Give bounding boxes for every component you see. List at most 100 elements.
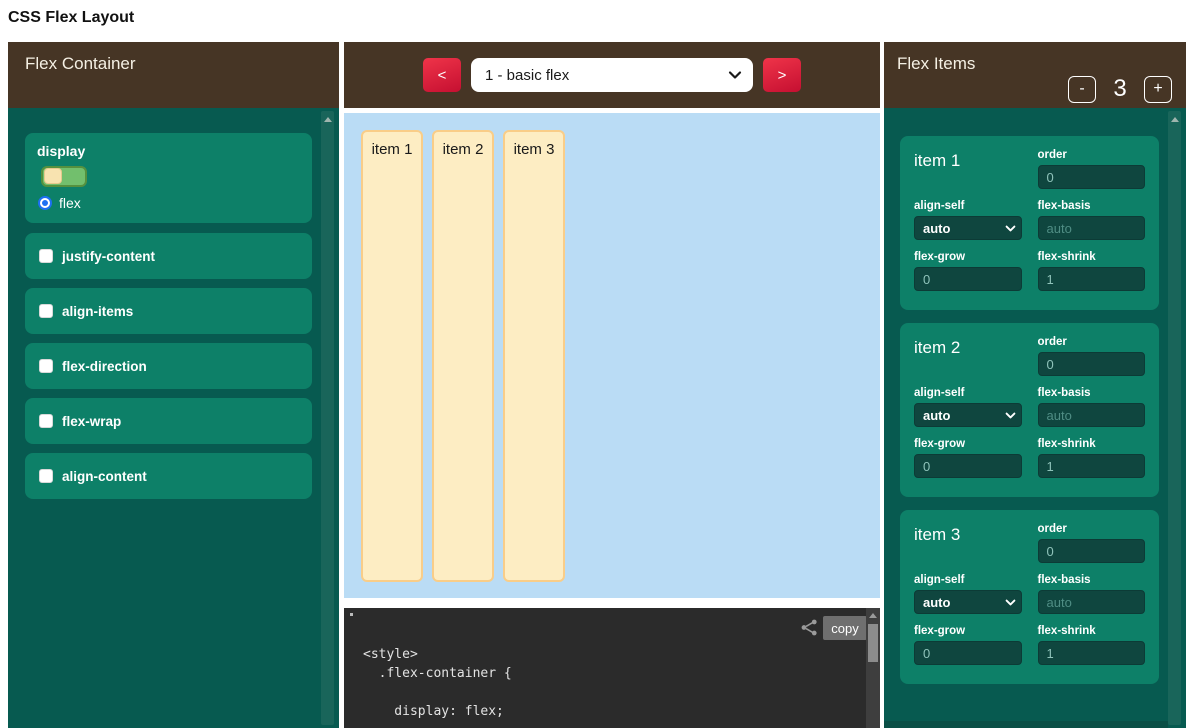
display-flex-radio-row: flex <box>38 195 81 211</box>
flex-wrap-checkbox[interactable] <box>39 414 53 428</box>
order-label: order <box>1038 149 1146 161</box>
item-2-order-field: order <box>1038 336 1146 376</box>
flex-wrap-label: flex-wrap <box>62 414 121 429</box>
item-3-flex-shrink-input[interactable] <box>1038 641 1146 665</box>
code-panel-scrollbar[interactable] <box>866 608 880 728</box>
item-1-flex-grow-input[interactable] <box>914 267 1022 291</box>
property-card-align-items: align-items <box>25 288 312 334</box>
code-panel: <style> .flex-container { display: flex;… <box>344 608 880 728</box>
item-3-flex-shrink-field: flex-shrink <box>1038 625 1146 665</box>
example-select[interactable]: 1 - basic flex <box>471 58 753 92</box>
left-panel-scrollbar[interactable] <box>321 111 334 725</box>
item-1-order-input[interactable] <box>1038 165 1146 189</box>
example-select-wrap: 1 - basic flex <box>471 58 753 92</box>
item-2-align-self-field: align-self auto <box>914 387 1022 427</box>
item-3-flex-basis-input[interactable] <box>1038 590 1146 614</box>
display-property-card: display flex <box>25 133 312 223</box>
item-2-flex-grow-input[interactable] <box>914 454 1022 478</box>
item-2-flex-shrink-input[interactable] <box>1038 454 1146 478</box>
item-3-flex-grow-input[interactable] <box>914 641 1022 665</box>
share-icon[interactable] <box>800 618 819 637</box>
align-items-label: align-items <box>62 304 133 319</box>
item-1-order-field: order <box>1038 149 1146 189</box>
align-self-label: align-self <box>914 574 1022 586</box>
flex-shrink-label: flex-shrink <box>1038 251 1146 263</box>
display-toggle-knob <box>44 168 62 184</box>
flex-basis-label: flex-basis <box>1038 574 1146 586</box>
align-self-label: align-self <box>914 200 1022 212</box>
property-card-align-content: align-content <box>25 453 312 499</box>
item-1-flex-basis-input[interactable] <box>1038 216 1146 240</box>
right-panel-scrollbar[interactable] <box>1168 111 1181 725</box>
item-3-title: item 3 <box>914 523 1022 563</box>
order-label: order <box>1038 523 1146 535</box>
align-content-checkbox[interactable] <box>39 469 53 483</box>
flex-container-panel-header: Flex Container <box>8 42 339 108</box>
item-1-align-self-field: align-self auto <box>914 200 1022 240</box>
item-1-flex-shrink-input[interactable] <box>1038 267 1146 291</box>
add-item-button[interactable]: + <box>1144 76 1172 103</box>
flex-radio-button[interactable] <box>38 196 52 210</box>
items-count: 3 <box>1106 75 1134 103</box>
code-line: display: flex; <box>363 702 512 721</box>
flex-preview-item-3: item 3 <box>503 130 565 582</box>
item-1-flex-grow-field: flex-grow <box>914 251 1022 291</box>
flex-grow-label: flex-grow <box>914 251 1022 263</box>
item-2-card: item 2 order align-self auto flex-basis <box>900 323 1159 497</box>
previous-example-button[interactable]: < <box>423 58 461 92</box>
remove-item-button[interactable]: - <box>1068 76 1096 103</box>
item-2-flex-basis-input[interactable] <box>1038 403 1146 427</box>
display-toggle[interactable] <box>41 166 87 187</box>
item-1-align-self-select[interactable]: auto <box>914 216 1022 240</box>
align-content-label: align-content <box>62 469 147 484</box>
item-2-title: item 2 <box>914 336 1022 376</box>
copy-code-button[interactable]: copy <box>823 616 867 640</box>
property-card-flex-wrap: flex-wrap <box>25 398 312 444</box>
flex-grow-label: flex-grow <box>914 625 1022 637</box>
flex-items-panel-body: item 1 order align-self auto flex-basis <box>884 108 1186 728</box>
item-1-flex-shrink-field: flex-shrink <box>1038 251 1146 291</box>
property-card-flex-direction: flex-direction <box>25 343 312 389</box>
item-2-flex-basis-field: flex-basis <box>1038 387 1146 427</box>
flex-items-panel-title: Flex Items <box>897 54 975 73</box>
justify-content-checkbox[interactable] <box>39 249 53 263</box>
scrollbar-thumb[interactable] <box>868 624 878 662</box>
flex-grow-label: flex-grow <box>914 438 1022 450</box>
example-nav-header: < 1 - basic flex > <box>344 42 880 108</box>
item-3-order-input[interactable] <box>1038 539 1146 563</box>
page-title: CSS Flex Layout <box>8 9 134 27</box>
flex-direction-label: flex-direction <box>62 359 147 374</box>
item-3-card: item 3 order align-self auto flex-basis <box>900 510 1159 684</box>
code-panel-dot <box>350 613 353 616</box>
flex-container-panel-body: display flex justify-content align-items… <box>8 108 339 728</box>
right-panel-horizontal-scrollbar[interactable] <box>884 721 1168 728</box>
align-self-label: align-self <box>914 387 1022 399</box>
scroll-up-icon <box>324 117 332 122</box>
item-1-title: item 1 <box>914 149 1022 189</box>
flex-items-panel: Flex Items - 3 + item 1 order align-self… <box>884 42 1186 728</box>
item-3-flex-grow-field: flex-grow <box>914 625 1022 665</box>
item-3-align-self-select[interactable]: auto <box>914 590 1022 614</box>
item-2-order-input[interactable] <box>1038 352 1146 376</box>
justify-content-label: justify-content <box>62 249 155 264</box>
item-3-order-field: order <box>1038 523 1146 563</box>
item-2-flex-grow-field: flex-grow <box>914 438 1022 478</box>
item-1-card: item 1 order align-self auto flex-basis <box>900 136 1159 310</box>
item-2-align-self-select[interactable]: auto <box>914 403 1022 427</box>
display-property-label: display <box>37 143 85 159</box>
flex-direction-checkbox[interactable] <box>39 359 53 373</box>
next-example-button[interactable]: > <box>763 58 801 92</box>
flex-preview-container: item 1 item 2 item 3 <box>344 113 880 598</box>
item-3-flex-basis-field: flex-basis <box>1038 574 1146 614</box>
flex-shrink-label: flex-shrink <box>1038 625 1146 637</box>
property-card-justify-content: justify-content <box>25 233 312 279</box>
code-line <box>363 683 512 702</box>
flex-basis-label: flex-basis <box>1038 387 1146 399</box>
flex-basis-label: flex-basis <box>1038 200 1146 212</box>
order-label: order <box>1038 336 1146 348</box>
item-3-align-self-field: align-self auto <box>914 574 1022 614</box>
code-line: .flex-container { <box>363 664 512 683</box>
flex-container-panel: Flex Container display flex justify-cont… <box>8 42 339 728</box>
item-1-flex-basis-field: flex-basis <box>1038 200 1146 240</box>
align-items-checkbox[interactable] <box>39 304 53 318</box>
